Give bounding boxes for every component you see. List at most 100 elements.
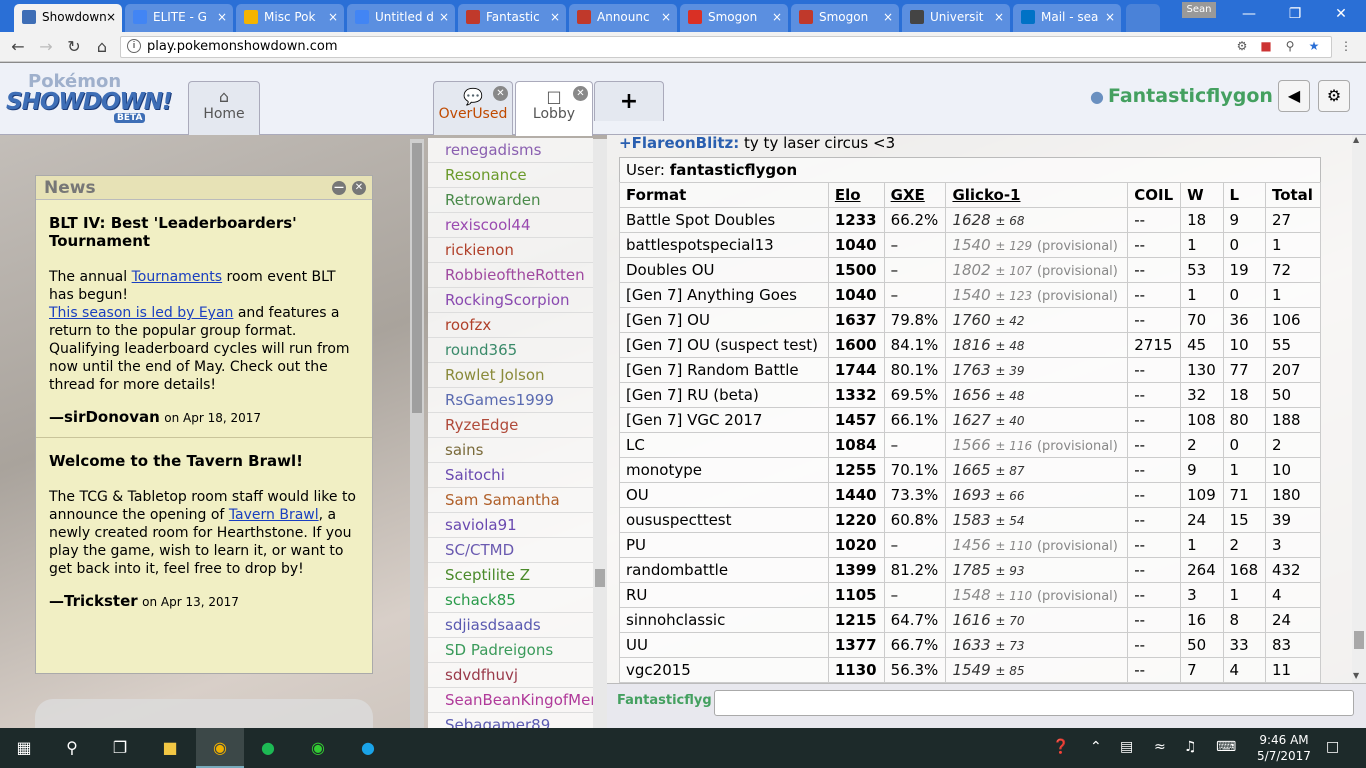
- task-view-icon[interactable]: ❐: [106, 734, 134, 762]
- user-list-item[interactable]: RockingScorpion: [428, 288, 593, 313]
- new-tab-button[interactable]: [1126, 4, 1160, 32]
- user-list-item[interactable]: rexiscool44: [428, 213, 593, 238]
- razer-icon[interactable]: ◉: [304, 734, 332, 762]
- close-icon[interactable]: ✕: [493, 86, 508, 101]
- gear-icon[interactable]: ⚙: [1318, 80, 1350, 112]
- user-list-item[interactable]: Rowlet Jolson: [428, 363, 593, 388]
- user-list-item[interactable]: sains: [428, 438, 593, 463]
- ladder-column-header[interactable]: Elo: [827, 182, 885, 208]
- close-tab-icon[interactable]: ×: [217, 4, 227, 30]
- browser-menu-icon[interactable]: ⋮: [1338, 38, 1354, 54]
- browser-tab[interactable]: ELITE - G ×: [125, 4, 233, 32]
- close-icon[interactable]: ✕: [352, 181, 366, 195]
- chat-input[interactable]: [714, 690, 1354, 716]
- user-list-item[interactable]: Retrowarden: [428, 188, 593, 213]
- user-list-item[interactable]: schack85: [428, 588, 593, 613]
- bookmark-star-icon[interactable]: ★: [1306, 38, 1322, 54]
- user-list-scrollbar[interactable]: [593, 139, 607, 728]
- user-list-item[interactable]: SeanBeanKingofMemes: [428, 688, 593, 713]
- browser-tab[interactable]: Smogon ×: [680, 4, 788, 32]
- user-list-item[interactable]: rickienon: [428, 238, 593, 263]
- news-link[interactable]: Tavern Brawl: [229, 507, 319, 523]
- minimize-icon[interactable]: —: [332, 181, 346, 195]
- close-tab-icon[interactable]: ×: [661, 4, 671, 30]
- keyboard-icon[interactable]: ⌨: [1216, 739, 1236, 755]
- site-info-icon[interactable]: i: [127, 39, 141, 53]
- user-list-item[interactable]: RyzeEdge: [428, 413, 593, 438]
- username-display[interactable]: ● Fantasticflygon: [1090, 85, 1273, 107]
- browser-tab[interactable]: Misc Pok ×: [236, 4, 344, 32]
- user-list-item[interactable]: Sebagamer89: [428, 713, 593, 728]
- user-list-item[interactable]: saviola91: [428, 513, 593, 538]
- close-icon[interactable]: ✕: [573, 86, 588, 101]
- close-tab-icon[interactable]: ×: [439, 4, 449, 30]
- browser-tab[interactable]: Untitled d ×: [347, 4, 455, 32]
- ladder-column-header[interactable]: GXE: [883, 182, 947, 208]
- browser-tab[interactable]: Showdown ×: [14, 4, 122, 32]
- maximize-icon[interactable]: ❐: [1272, 0, 1318, 30]
- browser-tab[interactable]: Fantastic ×: [458, 4, 566, 32]
- browser-tab[interactable]: Universit ×: [902, 4, 1010, 32]
- minimize-icon[interactable]: —: [1226, 0, 1272, 30]
- close-tab-icon[interactable]: ×: [106, 4, 116, 30]
- news-link[interactable]: Tournaments: [132, 269, 222, 285]
- extension-icon[interactable]: ⚙: [1234, 38, 1250, 54]
- extension-icon[interactable]: ■: [1258, 38, 1274, 54]
- chat-input-username[interactable]: Fantasticflygon: [617, 693, 712, 708]
- user-list-item[interactable]: SD Padreigons: [428, 638, 593, 663]
- new-room-button[interactable]: +: [594, 81, 664, 121]
- skype-icon[interactable]: ●: [354, 734, 382, 762]
- notifications-icon[interactable]: □: [1326, 739, 1339, 755]
- showdown-logo[interactable]: Pokémon SHOWDOWN! BETA: [6, 71, 184, 127]
- scroll-down-icon[interactable]: ▼: [1353, 671, 1359, 680]
- show-hidden-icons-icon[interactable]: ⌃: [1090, 739, 1102, 755]
- chrome-icon[interactable]: ◉: [196, 728, 244, 768]
- user-list-item[interactable]: renegadisms: [428, 138, 593, 163]
- user-list-item[interactable]: roofzx: [428, 313, 593, 338]
- news-link[interactable]: This season is led by Eyan: [49, 305, 233, 321]
- scrollbar-thumb[interactable]: [595, 569, 605, 587]
- search-icon[interactable]: ⚲: [58, 734, 86, 762]
- chat-username[interactable]: +FlareonBlitz:: [619, 135, 739, 152]
- browser-tab[interactable]: Smogon ×: [791, 4, 899, 32]
- close-tab-icon[interactable]: ×: [994, 4, 1004, 30]
- user-list-item[interactable]: Saitochi: [428, 463, 593, 488]
- user-list-item[interactable]: round365: [428, 338, 593, 363]
- spotify-icon[interactable]: ●: [254, 734, 282, 762]
- zoom-icon[interactable]: ⚲: [1282, 38, 1298, 54]
- scrollbar-thumb[interactable]: [412, 143, 422, 413]
- reload-icon[interactable]: ↻: [62, 35, 86, 59]
- windows-start-icon[interactable]: ▦: [10, 734, 38, 762]
- user-list-item[interactable]: sdjiasdsaads: [428, 613, 593, 638]
- user-list-item[interactable]: Resonance: [428, 163, 593, 188]
- close-tab-icon[interactable]: ×: [883, 4, 893, 30]
- forward-icon[interactable]: →: [34, 35, 58, 59]
- help-icon[interactable]: ❓: [1052, 739, 1069, 755]
- tab-home[interactable]: ⌂ Home: [188, 81, 260, 135]
- user-list-item[interactable]: Sceptilite Z: [428, 563, 593, 588]
- battery-icon[interactable]: ▤: [1120, 739, 1133, 755]
- user-list-item[interactable]: SC/CTMD: [428, 538, 593, 563]
- user-list-item[interactable]: sdvdfhuvj: [428, 663, 593, 688]
- back-icon[interactable]: ←: [6, 35, 30, 59]
- browser-home-icon[interactable]: ⌂: [90, 35, 114, 59]
- ladder-column-header[interactable]: Glicko-1: [945, 182, 1129, 208]
- tab-overused[interactable]: 💬 OverUsed ✕: [433, 81, 513, 135]
- address-bar[interactable]: i play.pokemonshowdown.com: [120, 36, 1332, 58]
- profile-badge[interactable]: Sean: [1182, 2, 1216, 18]
- tab-lobby[interactable]: □ Lobby ✕: [515, 81, 593, 136]
- browser-tab[interactable]: Announc ×: [569, 4, 677, 32]
- scroll-up-icon[interactable]: ▲: [1353, 135, 1359, 144]
- sound-icon[interactable]: ◀: [1278, 80, 1310, 112]
- scrollbar-thumb[interactable]: [1354, 631, 1364, 649]
- close-tab-icon[interactable]: ×: [550, 4, 560, 30]
- wifi-icon[interactable]: ≈: [1154, 739, 1166, 755]
- user-list-item[interactable]: RobbieoftheRotten: [428, 263, 593, 288]
- close-tab-icon[interactable]: ×: [1105, 4, 1115, 30]
- file-explorer-icon[interactable]: ■: [156, 734, 184, 762]
- close-tab-icon[interactable]: ×: [772, 4, 782, 30]
- close-tab-icon[interactable]: ×: [328, 4, 338, 30]
- chat-scrollbar[interactable]: ▲ ▼: [1352, 135, 1366, 683]
- volume-icon[interactable]: ♫: [1184, 739, 1197, 755]
- system-clock[interactable]: 9:46 AM 5/7/2017: [1248, 732, 1320, 764]
